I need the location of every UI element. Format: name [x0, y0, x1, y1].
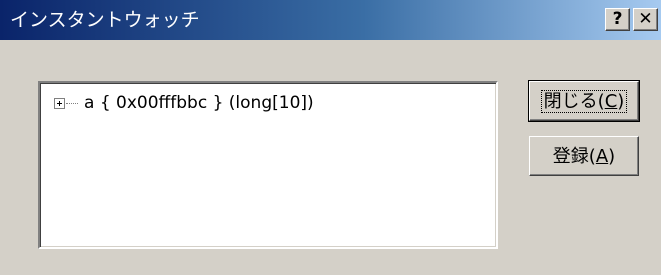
window-title: インスタントウォッチ: [10, 9, 200, 31]
help-icon: ?: [612, 9, 623, 29]
close-dialog-button[interactable]: 閉じる(C): [528, 80, 640, 122]
instant-watch-dialog: インスタントウォッチ ? ✕ a { 0x00fffbbc } (long[10…: [0, 0, 661, 275]
expand-plus-icon[interactable]: [54, 98, 65, 109]
close-window-button[interactable]: ✕: [633, 8, 658, 31]
register-label: 登録(A): [552, 146, 616, 167]
tree-item-label: a { 0x00fffbbc } (long[10]): [84, 93, 314, 113]
title-bar[interactable]: インスタントウォッチ ? ✕: [0, 0, 661, 40]
tree-connector: [66, 103, 78, 105]
register-button[interactable]: 登録(A): [529, 136, 639, 176]
close-icon: ✕: [638, 9, 653, 29]
help-button[interactable]: ?: [605, 8, 630, 31]
close-dialog-label: 閉じる(C): [540, 90, 628, 113]
watch-tree-list[interactable]: a { 0x00fffbbc } (long[10]): [38, 81, 498, 249]
